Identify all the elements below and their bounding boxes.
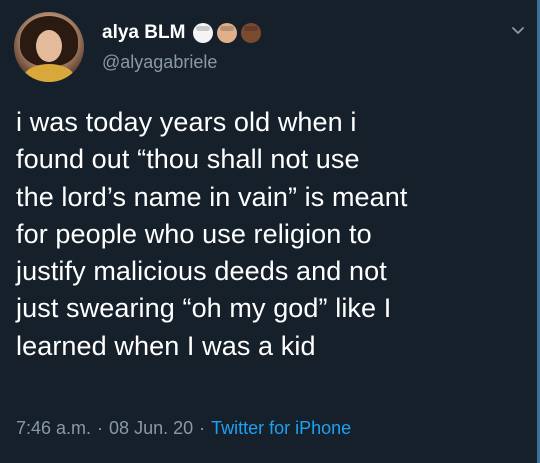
user-name-row: alya BLM (102, 20, 262, 46)
display-name[interactable]: alya BLM (102, 22, 185, 44)
raised-fist-medium-icon (217, 23, 238, 43)
tweet-card: alya BLM @alyagabriele i was today years… (0, 0, 540, 463)
avatar[interactable] (14, 12, 84, 82)
raised-fist-light-icon (193, 23, 214, 43)
tweet-source-link[interactable]: Twitter for iPhone (211, 418, 351, 439)
meta-separator: · (97, 418, 104, 438)
tweet-date[interactable]: 08 Jun. 20 (109, 418, 193, 439)
raised-fist-dark-icon (241, 23, 262, 43)
avatar-face (36, 30, 62, 62)
tweet-meta: 7:46 a.m. · 08 Jun. 20 · Twitter for iPh… (16, 418, 351, 439)
avatar-shirt (24, 64, 74, 82)
user-handle[interactable]: @alyagabriele (102, 52, 217, 73)
meta-separator: · (199, 418, 206, 438)
chevron-down-icon[interactable] (510, 22, 526, 38)
tweet-text: i was today years old when i found out “… (16, 107, 408, 361)
tweet-time[interactable]: 7:46 a.m. (16, 418, 91, 439)
